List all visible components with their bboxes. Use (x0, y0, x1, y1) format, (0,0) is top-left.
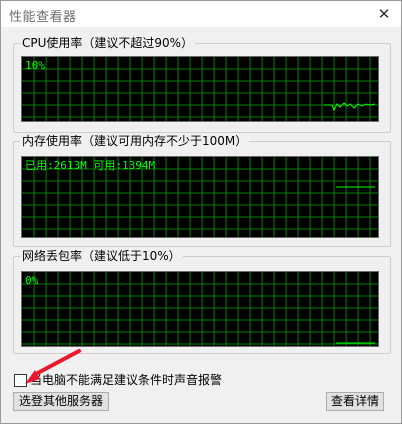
memory-usage-readout: 已用:2613M 可用:1394M (25, 159, 156, 172)
cpu-usage-trace (324, 102, 376, 112)
title-bar[interactable]: 性能查看器 ✕ (1, 1, 401, 27)
cpu-usage-group: CPU使用率（建议不超过90%） 10% (13, 35, 391, 133)
cpu-grid (22, 57, 378, 121)
sound-alarm-option[interactable]: 当电脑不能满足建议条件时声音报警 (13, 373, 273, 389)
packet-loss-svg (22, 272, 378, 346)
cpu-usage-readout: 10% (25, 59, 45, 72)
packet-loss-group: 网络丢包率（建议低于10%） 0% (13, 248, 391, 354)
memory-usage-legend: 内存使用率（建议可用内存不少于100M） (20, 133, 250, 149)
select-other-server-button[interactable]: 选登其他服务器 (13, 392, 109, 411)
close-icon[interactable]: ✕ (367, 1, 401, 27)
sound-alarm-label: 当电脑不能满足建议条件时声音报警 (30, 373, 223, 387)
memory-usage-group: 内存使用率（建议可用内存不少于100M） 已用:2613M 可用:1394M (13, 133, 391, 247)
packet-loss-legend: 网络丢包率（建议低于10%） (20, 248, 183, 264)
packet-loss-readout: 0% (25, 274, 39, 287)
packet-loss-grid (22, 272, 378, 346)
memory-usage-graph: 已用:2613M 可用:1394M (21, 156, 379, 238)
cpu-usage-legend: CPU使用率（建议不超过90%） (20, 35, 196, 51)
cpu-usage-graph: 10% (21, 56, 379, 122)
window-title: 性能查看器 (9, 10, 77, 25)
performance-viewer-window: 性能查看器 ✕ CPU使用率（建议不超过90%） 10% 内存使用率（建议可用内… (0, 0, 402, 424)
sound-alarm-checkbox[interactable] (14, 374, 27, 387)
view-details-button[interactable]: 查看详情 (326, 392, 384, 411)
cpu-usage-svg (22, 57, 378, 121)
packet-loss-graph: 0% (21, 271, 379, 347)
arrow-shaft (32, 349, 81, 377)
